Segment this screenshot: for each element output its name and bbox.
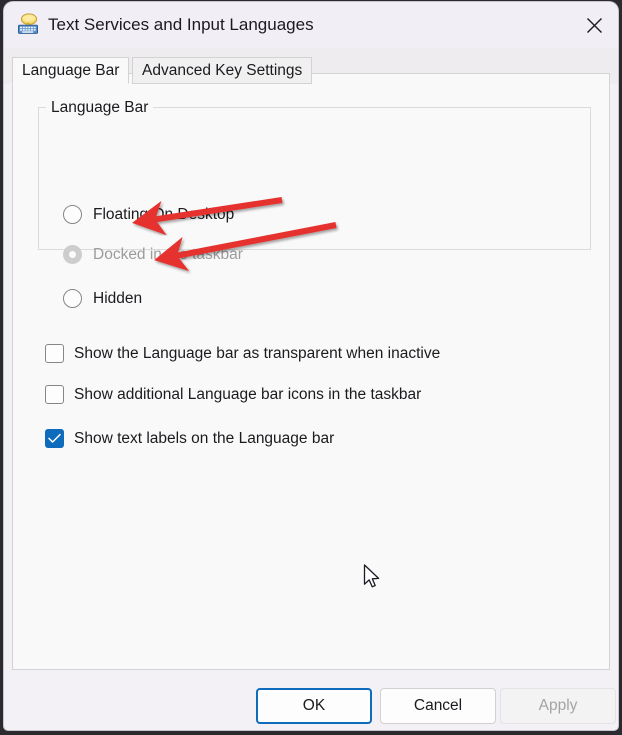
checkbox-show-text-labels[interactable]: Show text labels on the Language bar [45,429,334,448]
radio-hidden-indicator[interactable] [63,289,82,308]
radio-floating-on-desktop-label: Floating On Desktop [93,205,235,223]
apply-button-label: Apply [538,697,578,714]
tab-advanced-key-settings-label: Advanced Key Settings [142,62,303,79]
radio-docked-in-the-taskbar-label: Docked in the taskbar [93,245,243,263]
checkbox-show-transparent-when-inactive-label: Show the Language bar as transparent whe… [74,344,441,362]
tab-language-bar[interactable]: Language Bar [12,57,130,84]
checkbox-show-transparent-when-inactive-box[interactable] [45,344,64,363]
checkbox-show-additional-icons-in-taskbar-box[interactable] [45,385,64,404]
title-bar: Text Services and Input Languages [4,2,618,48]
apply-button: Apply [500,688,616,724]
tab-panel-language-bar: Language Bar Floating On Desktop Docked … [12,73,610,670]
dialog-footer: OK Cancel Apply [4,670,618,730]
window-title: Text Services and Input Languages [48,15,314,34]
tab-advanced-key-settings[interactable]: Advanced Key Settings [132,57,313,84]
language-bar-groupbox [38,107,591,250]
radio-floating-on-desktop[interactable]: Floating On Desktop [63,205,234,224]
checkbox-show-additional-icons-in-taskbar-label: Show additional Language bar icons in th… [74,385,422,403]
radio-floating-on-desktop-indicator[interactable] [63,205,82,224]
close-button[interactable] [570,2,618,48]
cancel-button[interactable]: Cancel [380,688,496,724]
language-bar-icon [16,12,40,36]
dialog-window: Text Services and Input Languages Langua… [4,2,618,730]
checkbox-show-text-labels-label: Show text labels on the Language bar [74,429,335,447]
ok-button-label: OK [302,697,326,714]
radio-docked-in-the-taskbar: Docked in the taskbar [63,245,243,264]
radio-hidden[interactable]: Hidden [63,289,142,308]
close-icon [586,17,603,34]
radio-docked-in-the-taskbar-indicator [63,245,82,264]
checkbox-show-additional-icons-in-taskbar[interactable]: Show additional Language bar icons in th… [45,385,421,404]
checkbox-show-text-labels-box[interactable] [45,429,64,448]
groupbox-legend: Language Bar [46,99,154,116]
ok-button[interactable]: OK [256,688,372,724]
cancel-button-label: Cancel [413,697,463,714]
checkbox-show-transparent-when-inactive[interactable]: Show the Language bar as transparent whe… [45,344,440,363]
tab-language-bar-label: Language Bar [22,62,120,79]
radio-hidden-label: Hidden [93,289,143,307]
